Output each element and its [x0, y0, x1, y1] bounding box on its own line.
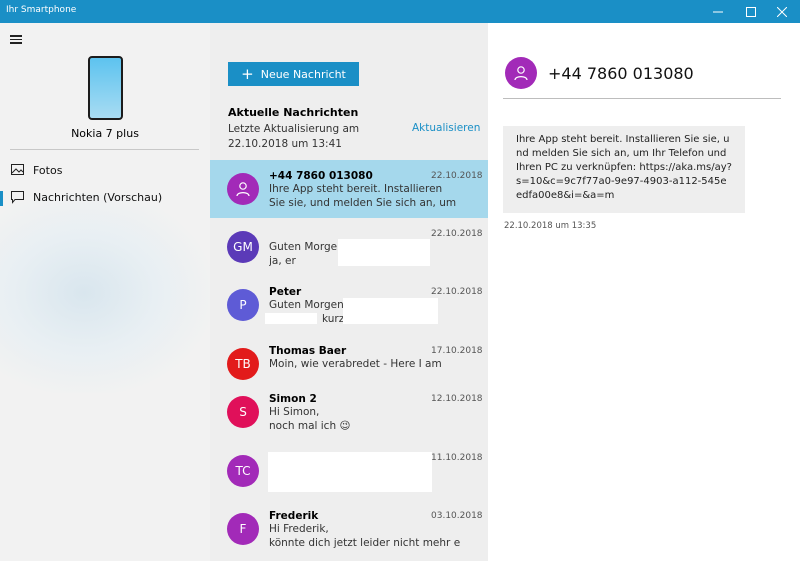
- message-timestamp: 22.10.2018 um 13:35: [504, 221, 597, 231]
- conversation-item[interactable]: P Peter 22.10.2018 Guten Morgen kurz: [210, 276, 488, 334]
- plus-icon: +: [241, 64, 254, 83]
- conversation-date: 22.10.2018: [431, 229, 483, 239]
- person-icon: [236, 182, 250, 197]
- refresh-link[interactable]: Aktualisieren: [412, 122, 480, 134]
- sidebar-divider: [10, 149, 199, 150]
- conversation-item[interactable]: +44 7860 013080 22.10.2018 Ihre App steh…: [210, 160, 488, 218]
- avatar: P: [227, 289, 259, 321]
- conversation-name: Simon 2: [269, 393, 317, 405]
- conversation-name: Frederik: [269, 510, 319, 522]
- new-message-label: Neue Nachricht: [260, 67, 346, 81]
- avatar: GM: [227, 231, 259, 263]
- conversation-item[interactable]: TC 11.10.2018: [210, 442, 488, 500]
- contact-number: +44 7860 013080: [548, 64, 694, 83]
- conversation-preview: noch mal ich 😉: [269, 420, 351, 432]
- sidebar-item-label: Nachrichten (Vorschau): [33, 191, 163, 204]
- header-divider: [503, 98, 781, 99]
- conversation-item[interactable]: S Simon 2 12.10.2018 Hi Simon, noch mal …: [210, 383, 488, 441]
- conversation-name: Peter: [269, 286, 302, 298]
- close-button[interactable]: [764, 0, 800, 23]
- avatar: F: [227, 513, 259, 545]
- sidebar-background: [0, 193, 210, 393]
- conversation-preview: Sie sie, und melden Sie sich an, um: [269, 197, 457, 209]
- avatar: TC: [227, 455, 259, 487]
- sidebar-item-nachrichten[interactable]: Nachrichten (Vorschau): [0, 184, 210, 212]
- conversation-preview: Moin, wie verabredet - Here I am: [269, 358, 442, 370]
- photo-icon: [11, 164, 24, 175]
- redaction: [265, 313, 317, 324]
- avatar: TB: [227, 348, 259, 380]
- conversation-preview: Hi Frederik,: [269, 523, 329, 535]
- title-bar: Ihr Smartphone: [0, 0, 800, 23]
- conversation-name: +44 7860 013080: [269, 170, 373, 182]
- avatar: [227, 173, 259, 205]
- sidebar: Nokia 7 plus Fotos Nachrichten (Vorschau…: [0, 23, 210, 561]
- message-icon: [11, 191, 24, 204]
- conversation-date: 22.10.2018: [431, 171, 483, 181]
- redaction: [338, 239, 430, 266]
- hamburger-menu-icon[interactable]: [10, 33, 24, 45]
- conversation-date: 17.10.2018: [431, 346, 483, 356]
- conversation-name: Thomas Baer: [269, 345, 347, 357]
- conversation-preview: Ihre App steht bereit. Installieren: [269, 183, 443, 195]
- avatar: S: [227, 396, 259, 428]
- conversation-date: 11.10.2018: [431, 453, 483, 463]
- sidebar-item-label: Fotos: [33, 164, 63, 177]
- conversation-item[interactable]: GM 22.10.2018 Guten Morgen ja, er: [210, 218, 488, 276]
- sidebar-item-fotos[interactable]: Fotos: [0, 157, 210, 185]
- maximize-icon: [746, 6, 756, 17]
- person-icon: [514, 66, 528, 81]
- conversation-date: 22.10.2018: [431, 287, 483, 297]
- contact-avatar: [505, 57, 537, 89]
- minimize-icon: [713, 11, 723, 12]
- conversation-detail-pane: +44 7860 013080 Ihre App steht bereit. I…: [488, 23, 800, 561]
- selected-indicator: [0, 191, 3, 206]
- close-icon: [777, 6, 787, 17]
- message-bubble[interactable]: Ihre App steht bereit. Installieren Sie …: [503, 126, 745, 213]
- conversation-preview: könnte dich jetzt leider nicht mehr e: [269, 537, 461, 549]
- redaction: [268, 452, 432, 492]
- conversation-date: 12.10.2018: [431, 394, 483, 404]
- conversation-preview: Hi Simon,: [269, 406, 320, 418]
- conversation-list-pane: + Neue Nachricht Aktuelle Nachrichten Le…: [210, 23, 488, 561]
- section-title: Aktuelle Nachrichten: [228, 106, 359, 119]
- conversation-item[interactable]: F Frederik 03.10.2018 Hi Frederik, könnt…: [210, 500, 488, 558]
- redaction: [343, 298, 438, 324]
- window-title: Ihr Smartphone: [6, 5, 77, 15]
- minimize-button[interactable]: [700, 0, 736, 23]
- message-text: Ihre App steht bereit. Installieren Sie …: [516, 134, 732, 201]
- phone-icon: [88, 56, 123, 120]
- device-name: Nokia 7 plus: [71, 127, 139, 140]
- conversation-date: 03.10.2018: [431, 511, 483, 521]
- new-message-button[interactable]: + Neue Nachricht: [228, 62, 359, 86]
- last-update-text: Letzte Aktualisierung am 22.10.2018 um 1…: [228, 123, 360, 150]
